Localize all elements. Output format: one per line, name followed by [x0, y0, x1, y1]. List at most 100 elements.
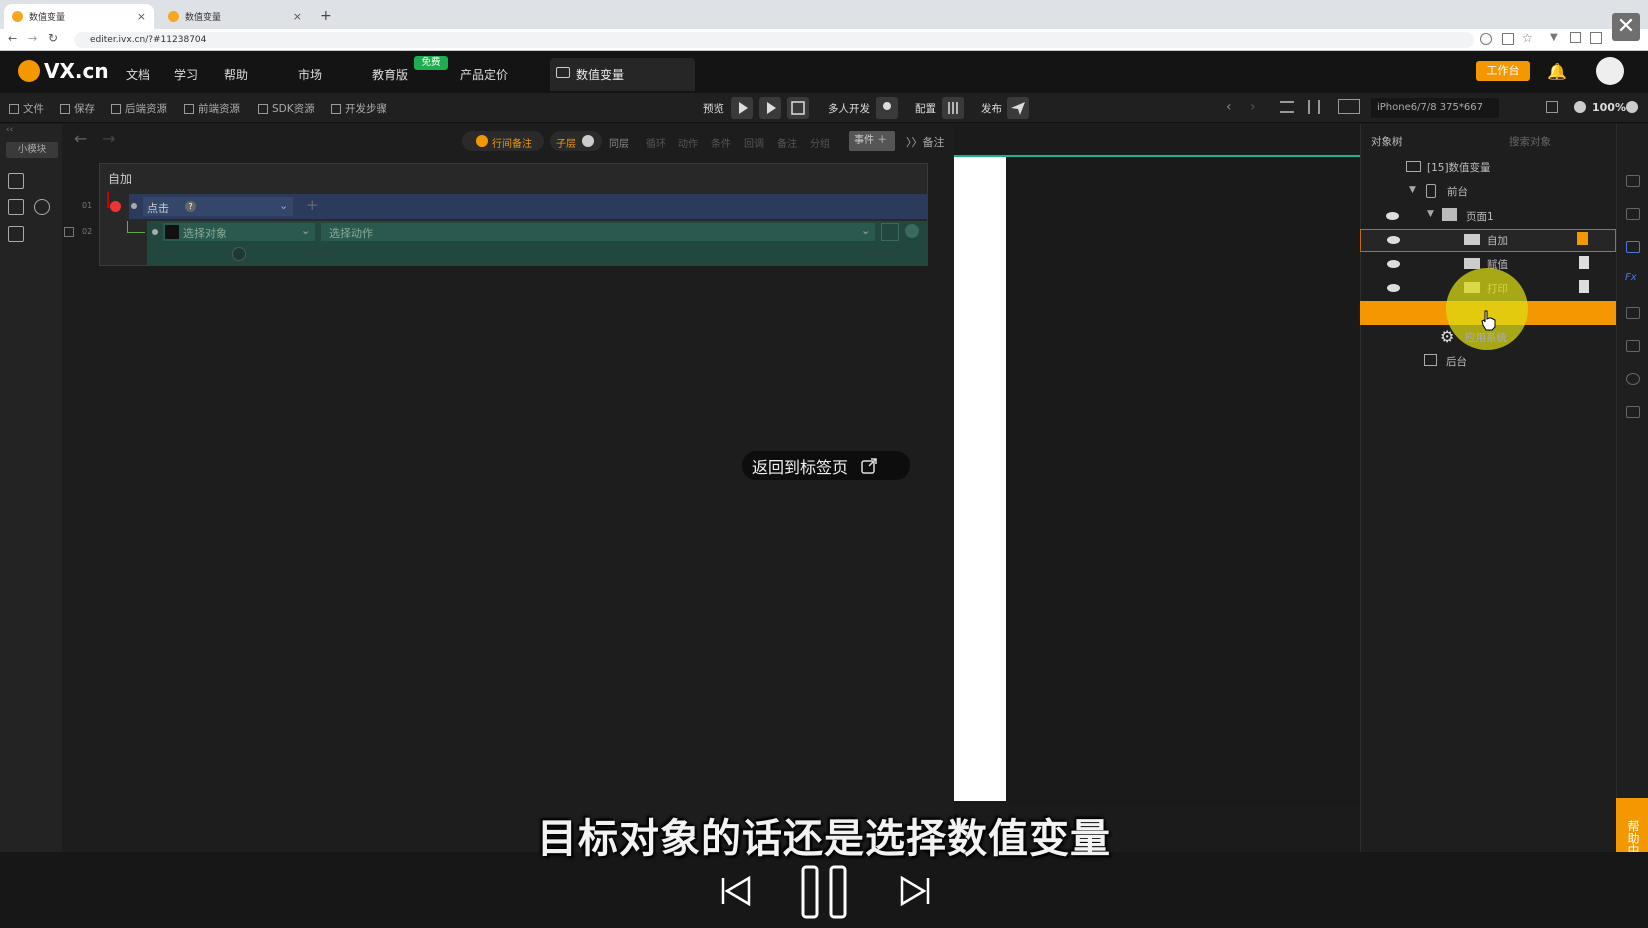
sliders-icon[interactable]	[8, 199, 24, 215]
comment-icon[interactable]	[1626, 241, 1640, 253]
play-step-button[interactable]	[759, 97, 781, 119]
tree-search-input[interactable]: 搜索对象	[1509, 134, 1551, 149]
child-layer-toggle[interactable]: 子层	[550, 131, 602, 151]
undo-icon[interactable]: ‹	[1226, 99, 1232, 115]
back-arrow-icon[interactable]: ←	[74, 129, 87, 148]
file-button[interactable]: 文件	[9, 101, 44, 116]
menu-docs[interactable]: 文档	[126, 66, 150, 83]
tree-item-page[interactable]: 页面1	[1466, 209, 1494, 224]
tree-item-increment[interactable]: 自加	[1487, 233, 1508, 248]
action-settings-icon[interactable]	[905, 224, 919, 238]
target-object-select[interactable]: 选择对象 ⌄	[163, 223, 315, 241]
tree-item-frontend[interactable]: 前台	[1447, 184, 1468, 199]
zoom-icon[interactable]	[1480, 33, 1492, 45]
doc-tab[interactable]: 数值变量	[550, 58, 695, 91]
bookmark-icon[interactable]	[1579, 280, 1589, 293]
notes-button[interactable]: 〉〉备注	[906, 134, 945, 150]
multi-dev-button[interactable]	[876, 97, 898, 119]
filter-same-layer[interactable]: 同层	[609, 135, 629, 150]
distribute-icon[interactable]	[1308, 100, 1320, 114]
save-button[interactable]: 保存	[60, 101, 95, 116]
zoom-in-icon[interactable]	[1626, 101, 1638, 113]
new-tab-icon[interactable]: +	[320, 8, 332, 24]
close-overlay-icon[interactable]: ✕	[1612, 13, 1640, 41]
filter-action[interactable]: 动作	[678, 135, 698, 150]
forward-icon[interactable]: →	[28, 32, 37, 45]
align-icon[interactable]	[1280, 101, 1294, 113]
help-icon[interactable]: ?	[185, 201, 196, 212]
tree-tab[interactable]: 对象树	[1371, 134, 1403, 149]
bookmark-icon[interactable]	[1577, 232, 1588, 245]
star-icon[interactable]: ☆	[1522, 31, 1533, 45]
browser-tab[interactable]: 数值变量 ×	[160, 4, 310, 29]
tree-item-root[interactable]: [15]数值变量	[1427, 160, 1491, 175]
action-select[interactable]: 选择动作 ⌄	[321, 223, 875, 241]
function-icon[interactable]: Fx	[1625, 272, 1637, 283]
dev-steps-button[interactable]: 开发步骤	[331, 101, 387, 116]
theme-icon[interactable]	[1626, 373, 1640, 385]
menu-learn[interactable]: 学习	[174, 66, 198, 83]
filter-group[interactable]: 分组	[810, 135, 830, 150]
zoom-out-icon[interactable]	[1574, 101, 1586, 113]
swap-icon[interactable]	[1626, 340, 1640, 352]
fit-icon[interactable]	[1546, 101, 1558, 113]
close-icon[interactable]: ×	[293, 10, 302, 23]
previous-icon[interactable]	[719, 874, 753, 908]
play-button[interactable]	[731, 97, 753, 119]
filter-loop[interactable]: 循环	[646, 135, 666, 150]
tree-item-backend[interactable]: 后台	[1446, 354, 1467, 369]
menu-help[interactable]: 帮助	[224, 66, 248, 83]
share-icon[interactable]	[1502, 33, 1514, 45]
next-icon[interactable]	[898, 874, 932, 908]
avatar[interactable]	[1596, 57, 1624, 85]
back-icon[interactable]: ←	[8, 32, 17, 45]
storage-icon[interactable]	[1626, 406, 1640, 418]
browser-tab-active[interactable]: 数值变量 ×	[4, 4, 154, 29]
share-icon[interactable]	[34, 199, 50, 215]
menu-pricing[interactable]: 产品定价	[460, 66, 508, 83]
publish-button[interactable]	[1007, 97, 1029, 119]
eye-icon[interactable]	[1387, 236, 1400, 244]
edit-icon[interactable]	[8, 173, 24, 189]
module-badge[interactable]: 小模块	[6, 142, 58, 158]
filter-icon[interactable]: ▼	[1550, 32, 1558, 43]
add-icon[interactable]: +	[306, 196, 319, 214]
config-button[interactable]	[942, 97, 964, 119]
close-icon[interactable]: ×	[137, 10, 146, 23]
filter-callback[interactable]: 回调	[744, 135, 764, 150]
return-to-tab-toast[interactable]: 返回到标签页	[742, 451, 910, 480]
action-row[interactable]: 选择对象 ⌄ 选择动作 ⌄	[147, 221, 927, 265]
sidepanel-icon[interactable]	[1590, 32, 1602, 44]
device-preview[interactable]	[954, 157, 1006, 801]
url-field[interactable]: editer.ivx.cn/?#11238704	[74, 32, 1474, 48]
eye-icon[interactable]	[1387, 260, 1400, 268]
extension-icon[interactable]	[1570, 32, 1581, 43]
layers-icon[interactable]	[1626, 208, 1640, 220]
component-icon[interactable]	[1626, 307, 1640, 319]
device-select[interactable]: iPhone6/7/8 375*667	[1371, 98, 1499, 118]
bell-icon[interactable]: 🔔	[1547, 62, 1567, 81]
forward-arrow-icon[interactable]: →	[102, 129, 115, 148]
event-row[interactable]: 点击 ? ⌄ +	[107, 192, 927, 219]
event-button[interactable]: 事件 ＋	[849, 131, 895, 151]
bookmark-icon[interactable]	[1579, 256, 1589, 269]
filter-condition[interactable]: 条件	[711, 135, 731, 150]
monitor-icon[interactable]	[1338, 99, 1360, 114]
backend-resources-button[interactable]: 后端资源	[111, 101, 167, 116]
bookmark-panel-icon[interactable]	[1626, 175, 1640, 187]
eye-icon[interactable]	[1387, 284, 1400, 292]
qr-button[interactable]	[787, 97, 809, 119]
collapse-icon[interactable]: ‹‹	[6, 125, 13, 135]
pause-icon[interactable]	[800, 865, 850, 919]
inline-notes-toggle[interactable]: 行间备注	[462, 131, 544, 151]
menu-market[interactable]: 市场	[298, 66, 322, 83]
filter-note[interactable]: 备注	[777, 135, 797, 150]
sdk-resources-button[interactable]: SDK资源	[258, 101, 315, 116]
expand-icon[interactable]: ▼	[1409, 185, 1416, 195]
expand-icon[interactable]: ▼	[1427, 209, 1434, 219]
reload-icon[interactable]: ↻	[48, 31, 58, 45]
action-option-icon[interactable]	[881, 223, 899, 241]
event-trigger-select[interactable]: 点击 ? ⌄	[143, 197, 293, 216]
workbench-button[interactable]: 工作台	[1476, 61, 1530, 81]
frontend-resources-button[interactable]: 前端资源	[184, 101, 240, 116]
